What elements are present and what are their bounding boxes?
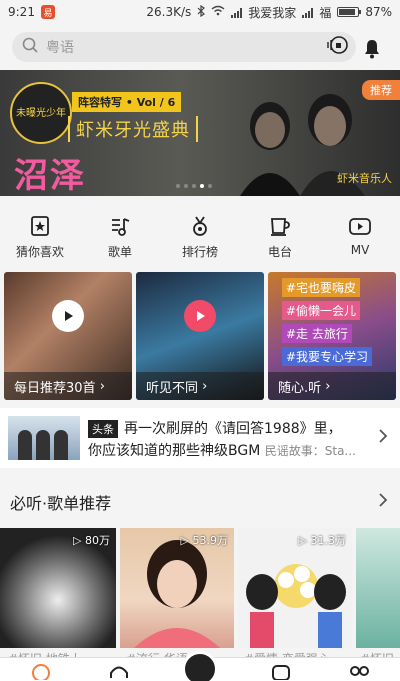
voice-recognition-icon[interactable]	[326, 34, 348, 60]
nav-ranking[interactable]: 排行榜	[160, 205, 240, 265]
nav-radio[interactable]: 电台	[240, 205, 320, 265]
carousel-dot[interactable]	[176, 184, 180, 188]
tab-chat-icon[interactable]	[270, 662, 292, 681]
banner-circle-badge: 未曝光少年	[10, 82, 72, 144]
carrier-1: 我爱我家	[248, 5, 297, 20]
card-footer: 随心.听 ›	[268, 372, 396, 400]
battery-percent: 87%	[365, 5, 392, 19]
search-icon	[22, 37, 38, 57]
news-thumbnail	[8, 416, 80, 460]
carrier-2: 福	[319, 5, 332, 20]
nav-label: 歌单	[107, 245, 132, 259]
nav-guess-you-like[interactable]: 猜你喜欢	[0, 205, 80, 265]
battery-icon	[337, 7, 362, 17]
nav-playlist[interactable]: 歌单	[80, 205, 160, 265]
play-icon[interactable]	[52, 300, 84, 332]
playlist-cover[interactable]: ▷ 31.3万	[238, 528, 352, 648]
card-footer: 听见不同 ›	[136, 372, 264, 400]
chevron-right-icon	[378, 428, 388, 448]
play-count-value: 53.9万	[192, 534, 229, 547]
battery-level	[339, 9, 355, 15]
play-count-value: 80万	[85, 534, 110, 547]
news-title-text: 你应该知道的那些神级BGM	[88, 443, 261, 459]
section-more-icon[interactable]	[378, 492, 388, 512]
bottom-tab-bar	[0, 651, 400, 681]
banner-artist-name: 沼泽	[14, 156, 86, 196]
promo-banner[interactable]: 未曝光少年 阵容特写 • Vol / 6 虾米牙光盛典 沼泽 推荐 虾米音乐人	[0, 70, 400, 196]
nav-label: 排行榜	[181, 245, 218, 259]
playlist-grid: ▷ 80万 ▷ 53.9万 ▷ 31.3万	[0, 528, 400, 648]
notification-icon: 易	[40, 5, 55, 19]
card-label: 听见不同	[146, 380, 199, 396]
recommend-tag: 推荐	[362, 80, 400, 100]
play-count-value: 31.3万	[310, 534, 347, 547]
cup-radio-icon	[271, 218, 290, 236]
news-source: 民谣故事：Sta...	[264, 444, 356, 458]
mv-play-icon	[349, 218, 371, 235]
section-title: 必听·歌单推荐	[10, 494, 112, 513]
headline-news[interactable]: 头条 再一次刷屏的《请回答1988》里， 你应该知道的那些神级BGM 民谣故事：…	[0, 408, 400, 468]
recommend-cards: 每日推荐30首 › 听见不同 › #宅也要嗨皮 #偷懒一会儿 #走 去旅行 #我…	[4, 272, 396, 400]
status-bar: 9:21 易 26.3K/s 我爱我家 福 87%	[0, 0, 400, 24]
category-nav: 猜你喜欢 歌单 排行榜 电台 MV	[0, 205, 400, 265]
signal-icon-2	[302, 7, 314, 18]
mood-tag: #宅也要嗨皮	[282, 278, 361, 297]
nav-mv[interactable]: MV	[320, 205, 400, 265]
playlist-icon	[112, 218, 130, 236]
card-label: 随心.听	[278, 380, 322, 396]
chevron-right-icon: ›	[202, 378, 208, 394]
card-listen-freely[interactable]: #宅也要嗨皮 #偷懒一会儿 #走 去旅行 #我要专心学习 随心.听 ›	[268, 272, 396, 400]
playlist-cover[interactable]: ▷ 53.9万	[120, 528, 234, 648]
signal-icon	[231, 7, 243, 18]
carousel-dot[interactable]	[184, 184, 188, 188]
carousel-dot[interactable]	[208, 184, 212, 188]
nav-label: 电台	[267, 245, 292, 259]
mini-player[interactable]	[182, 651, 218, 681]
play-count: ▷ 53.9万	[180, 534, 229, 547]
carousel-dots	[176, 184, 212, 188]
carousel-dot[interactable]	[200, 184, 204, 188]
play-count: ▷ 31.3万	[298, 534, 347, 547]
play-icon[interactable]	[184, 300, 216, 332]
mood-tag: #我要专心学习	[282, 347, 373, 366]
chevron-right-icon: ›	[99, 378, 105, 394]
bluetooth-icon	[197, 4, 206, 20]
news-title-line2: 你应该知道的那些神级BGM 民谣故事：Sta...	[88, 440, 356, 460]
mood-tag: #偷懒一会儿	[282, 301, 361, 320]
card-hear-different[interactable]: 听见不同 ›	[136, 272, 264, 400]
chevron-right-icon: ›	[325, 378, 331, 394]
banner-headline: 虾米牙光盛典	[68, 116, 198, 142]
status-time: 9:21	[8, 5, 35, 19]
playlist-cover[interactable]: ▷ 80万	[0, 528, 116, 648]
card-footer: 每日推荐30首 ›	[4, 372, 132, 400]
network-speed: 26.3K/s	[146, 5, 192, 19]
search-placeholder: 粤语	[46, 40, 74, 56]
tab-grid-icon[interactable]	[348, 662, 370, 680]
nav-label: MV	[350, 243, 370, 257]
wifi-icon	[211, 5, 225, 19]
play-count: ▷ 80万	[73, 534, 110, 547]
card-label: 每日推荐30首	[14, 380, 96, 396]
card-daily-recommend[interactable]: 每日推荐30首 ›	[4, 272, 132, 400]
nav-label: 猜你喜欢	[15, 245, 64, 259]
banner-brand: 虾米音乐人	[337, 172, 392, 185]
search-row: 粤语	[0, 30, 400, 66]
medal-icon	[193, 216, 207, 236]
mood-tags: #宅也要嗨皮 #偷懒一会儿 #走 去旅行 #我要专心学习	[282, 278, 373, 366]
tab-music-icon[interactable]	[30, 662, 52, 681]
heart-star-icon	[31, 216, 49, 236]
playlist-cover[interactable]	[356, 528, 400, 648]
mood-tag: #走 去旅行	[282, 324, 352, 343]
banner-series-label: 阵容特写 • Vol / 6	[72, 92, 182, 112]
tab-headphones-icon[interactable]	[108, 662, 130, 680]
search-input[interactable]: 粤语	[12, 32, 356, 62]
news-kind-badge: 头条	[88, 420, 118, 438]
bell-icon[interactable]	[360, 36, 384, 60]
carousel-dot[interactable]	[192, 184, 196, 188]
news-title-line1: 再一次刷屏的《请回答1988》里，	[124, 421, 342, 437]
